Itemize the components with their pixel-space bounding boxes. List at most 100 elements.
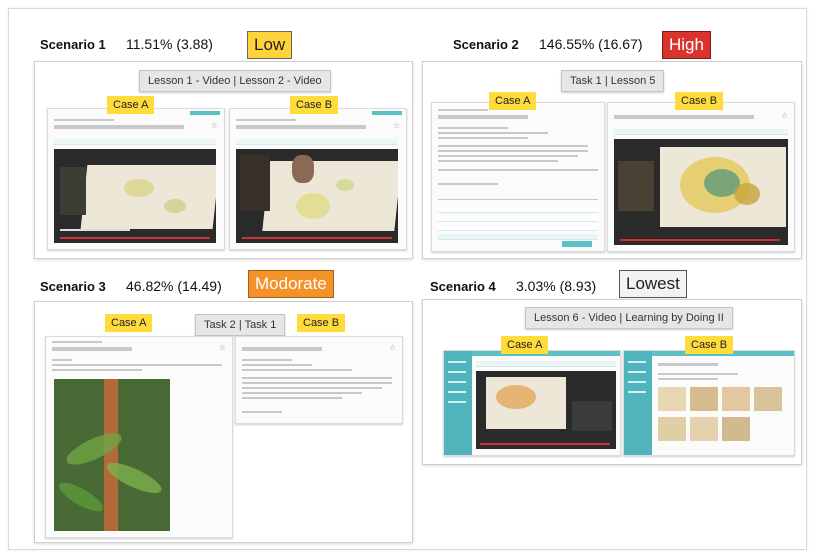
paint-blob (336, 179, 354, 191)
section-heading (438, 183, 498, 185)
divider (438, 169, 598, 171)
scenario-1-percent: 11.51% (3.88) (126, 36, 213, 52)
description-line (438, 127, 508, 129)
scenario-2-level-badge: High (662, 31, 711, 59)
scenario-3-label: Scenario 3 (40, 279, 106, 294)
sidebar-item[interactable] (628, 381, 646, 383)
video-progress[interactable] (620, 239, 780, 241)
scenario-4-case-a: Case A (501, 336, 549, 354)
scenario-1-label: Scenario 1 (40, 37, 106, 52)
description-line (52, 369, 142, 371)
sidebar-item[interactable] (448, 371, 466, 373)
scenario-4-case-b-screenshot (623, 350, 795, 456)
breadcrumb-text (438, 109, 488, 111)
artwork-thumbnail[interactable] (754, 387, 782, 411)
scenario-4-case-b: Case B (685, 336, 734, 354)
description-line (242, 377, 392, 379)
page-title-text (52, 347, 132, 351)
star-icon[interactable]: ☆ (781, 111, 788, 120)
artwork-thumbnail[interactable] (690, 387, 718, 411)
scenario-4-level-badge: Lowest (619, 270, 687, 298)
description-line (52, 359, 72, 361)
sidebar-item[interactable] (628, 361, 646, 363)
breadcrumb-text (54, 119, 114, 121)
video-player[interactable] (476, 371, 616, 449)
paint-palette (240, 155, 270, 211)
page-title-text (242, 347, 322, 351)
scenario-2-case-b-screenshot: ☆ (607, 102, 795, 252)
video-progress[interactable] (60, 237, 210, 239)
scenario-2-panel: Task 1 | Lesson 5 Case A Case B ☆ (422, 61, 802, 259)
star-icon[interactable]: ☆ (389, 343, 396, 352)
video-progress[interactable] (480, 443, 610, 445)
page-title-text (236, 125, 366, 129)
paint-blob (496, 385, 536, 409)
sidebar-item[interactable] (448, 361, 466, 363)
scenario-3-case-b-screenshot: ☆ (235, 336, 403, 424)
table-row (438, 234, 598, 240)
sidebar-item[interactable] (628, 371, 646, 373)
info-row (54, 139, 216, 145)
artwork-thumbnail[interactable] (658, 387, 686, 411)
scenario-4-case-a-screenshot (443, 350, 621, 456)
description-line (242, 382, 392, 384)
sidebar (444, 351, 472, 455)
scenario-3-level-badge: Modorate (248, 270, 334, 298)
sidebar-item[interactable] (448, 391, 466, 393)
scenario-2-case-b: Case B (675, 92, 724, 110)
artwork-thumbnail[interactable] (722, 417, 750, 441)
scenario-4-percent: 3.03% (8.93) (516, 278, 597, 294)
table-row (438, 216, 598, 222)
scenario-1-case-a: Case A (107, 96, 155, 114)
description-line (438, 150, 588, 152)
star-icon[interactable]: ☆ (219, 343, 226, 352)
footer-text (242, 411, 282, 413)
description-line (242, 387, 382, 389)
sidebar-item[interactable] (448, 401, 466, 403)
scenario-4-label: Scenario 4 (430, 279, 496, 294)
info-row (614, 129, 788, 135)
artwork-thumbnail[interactable] (690, 417, 718, 441)
table-row (438, 207, 598, 213)
description-line (438, 155, 578, 157)
paint-blob (734, 183, 760, 205)
scenario-1-level-badge: Low (247, 31, 293, 59)
description-line (242, 364, 312, 366)
watercolor-paper (262, 161, 398, 231)
description-line (438, 145, 588, 147)
description-line (242, 369, 352, 371)
submit-button[interactable] (562, 241, 592, 247)
video-player[interactable] (54, 149, 216, 243)
header-bar (372, 111, 402, 115)
sidebar-item[interactable] (448, 381, 466, 383)
artwork-thumbnail[interactable] (658, 417, 686, 441)
scenario-3-case-a-screenshot: ☆ (45, 336, 233, 538)
table-header (438, 199, 598, 200)
scenario-3-case-b: Case B (297, 314, 346, 332)
video-caption (60, 229, 130, 231)
star-icon[interactable]: ☆ (393, 121, 400, 130)
artwork-thumbnail[interactable] (722, 387, 750, 411)
painter-hand (292, 155, 314, 183)
video-progress[interactable] (242, 237, 392, 239)
scenario-3-panel: Task 2 | Task 1 Case A Case B ☆ ☆ (34, 301, 413, 543)
scenario-4-lesson-label: Lesson 6 - Video | Learning by Doing II (525, 307, 733, 329)
scenario-1-case-a-screenshot: ☆ (47, 108, 225, 250)
paint-palette (572, 401, 612, 431)
star-icon[interactable]: ☆ (211, 121, 218, 130)
scenario-3-percent: 46.82% (14.49) (126, 278, 222, 294)
paint-palette (618, 161, 654, 211)
description-line (438, 132, 548, 134)
scenario-4-panel: Lesson 6 - Video | Learning by Doing II … (422, 299, 802, 465)
page-title-text (658, 363, 718, 366)
description-line (438, 137, 528, 139)
sidebar-item[interactable] (628, 391, 646, 393)
paint-blob (296, 193, 330, 219)
sidebar (624, 351, 652, 455)
video-player[interactable] (614, 139, 788, 245)
header-bar (190, 111, 220, 115)
video-player[interactable] (236, 149, 398, 243)
scenario-1-lesson-label: Lesson 1 - Video | Lesson 2 - Video (139, 70, 331, 92)
description-line (242, 392, 362, 394)
page-title-text (54, 125, 184, 129)
